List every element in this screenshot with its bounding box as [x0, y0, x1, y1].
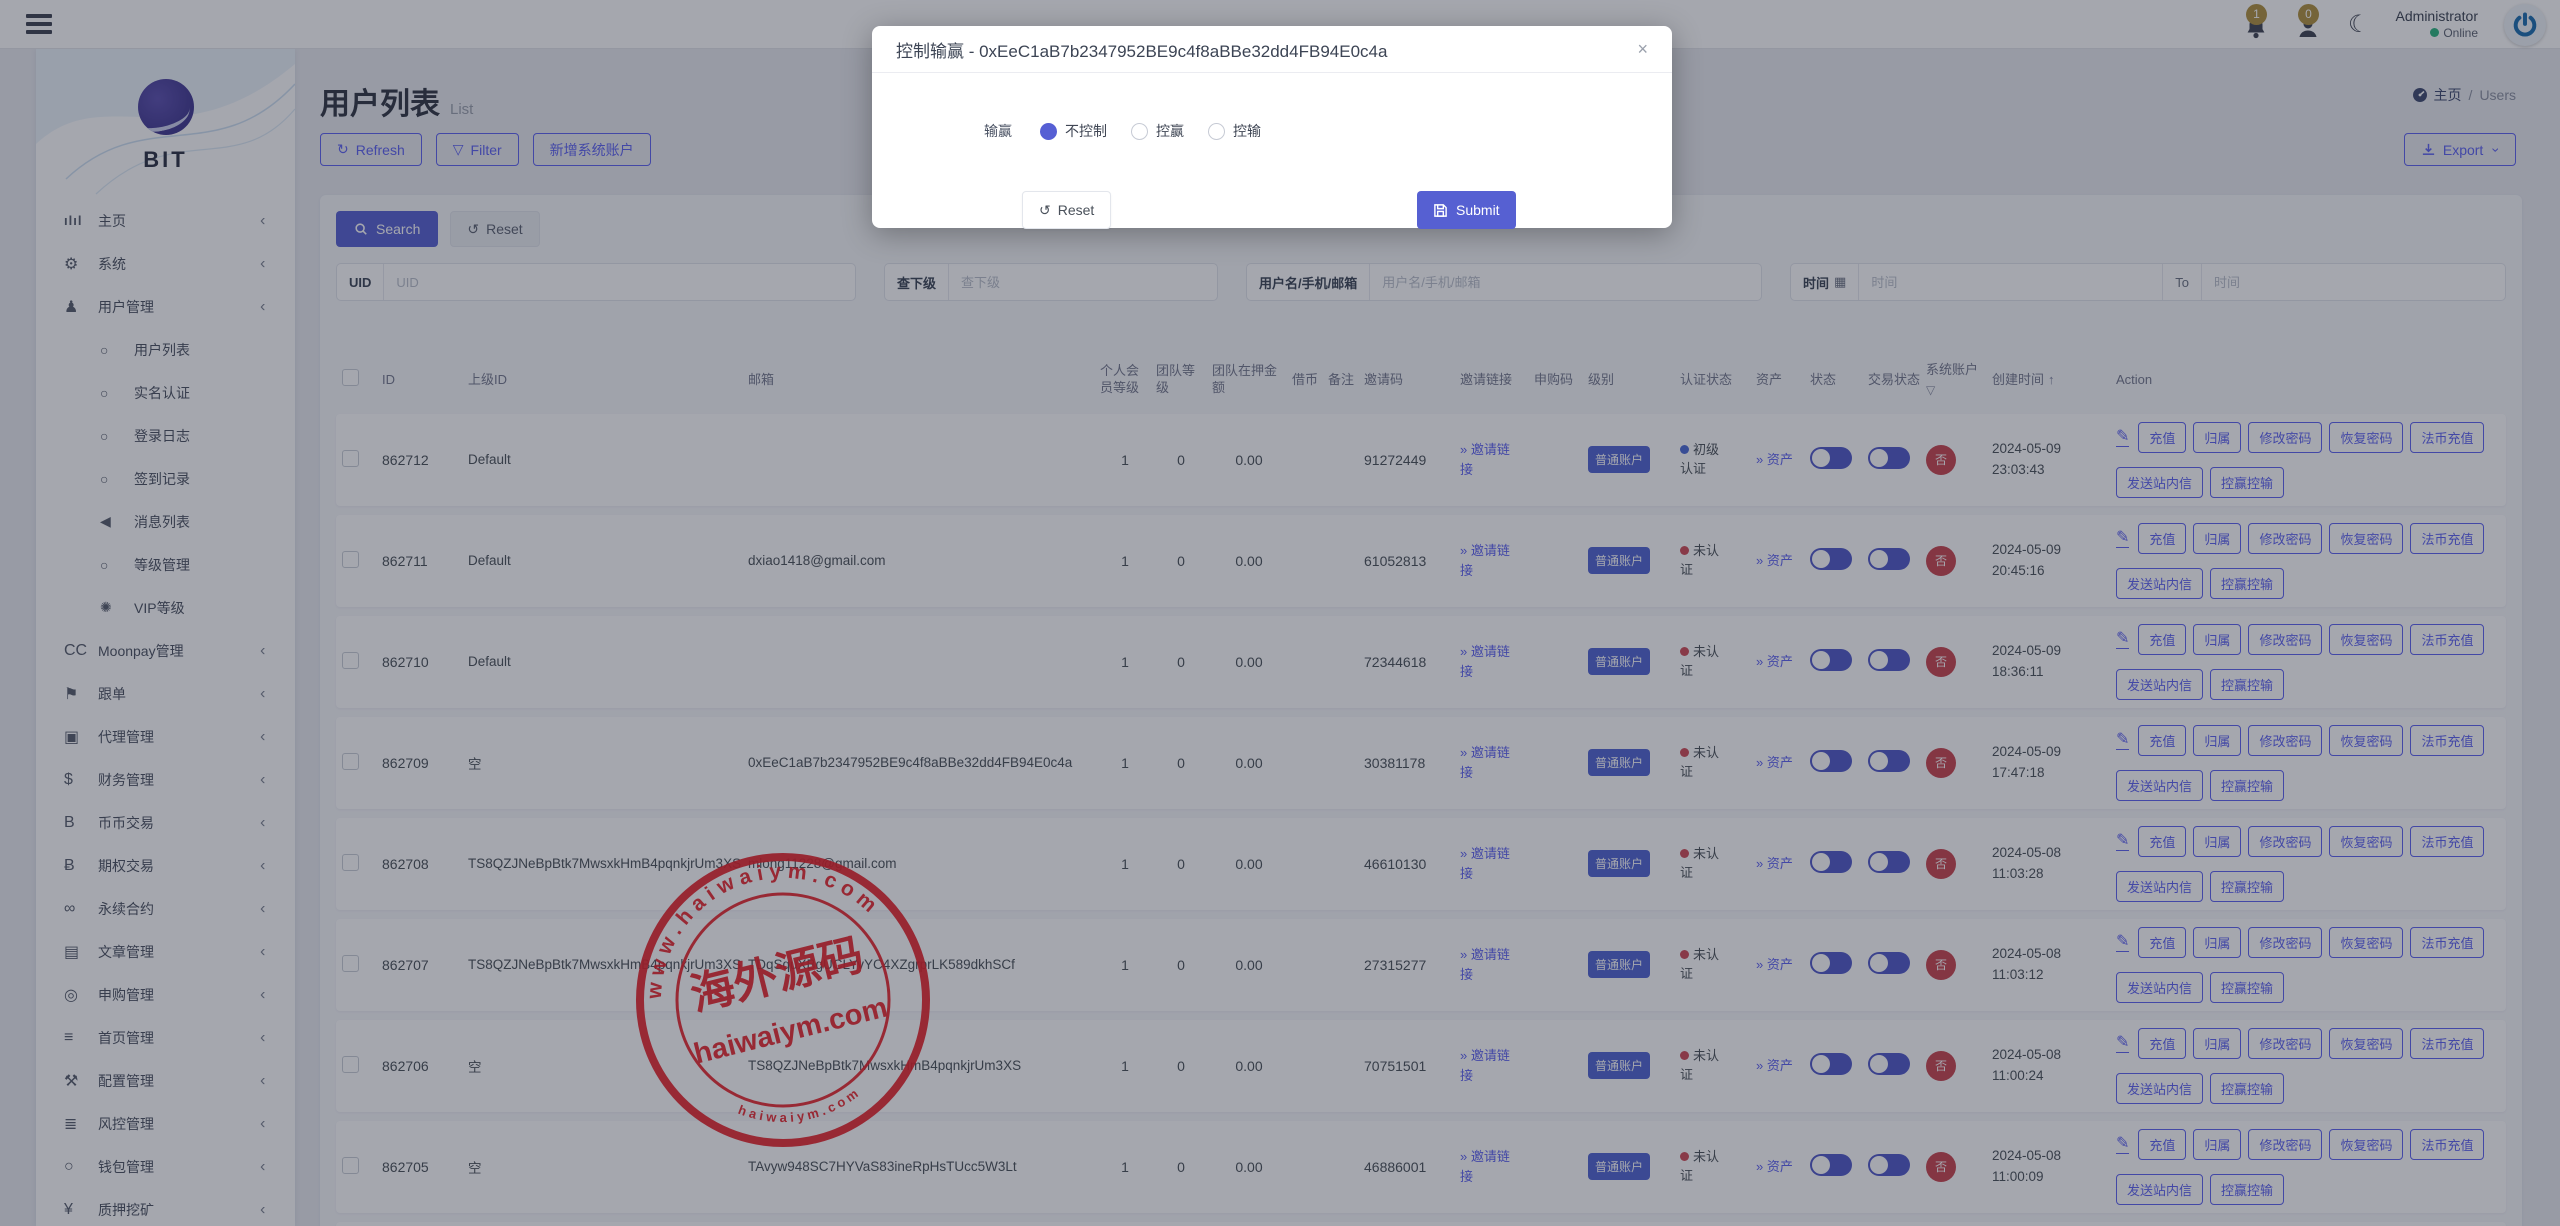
radio-icon: [1131, 123, 1148, 140]
radio-option[interactable]: 控输: [1208, 121, 1261, 141]
modal-submit-button[interactable]: Submit: [1417, 191, 1516, 229]
close-icon[interactable]: ×: [1637, 39, 1648, 60]
reset-icon: ↺: [1039, 202, 1051, 219]
modal-reset-button[interactable]: ↺ Reset: [1022, 191, 1111, 229]
win-lose-control-modal: 控制输赢 - 0xEeC1aB7b2347952BE9c4f8aBBe32dd4…: [872, 26, 1672, 228]
modal-title: 控制输赢 - 0xEeC1aB7b2347952BE9c4f8aBBe32dd4…: [896, 37, 1387, 62]
radio-label: 控赢: [1156, 121, 1184, 141]
radio-option[interactable]: 不控制: [1040, 121, 1107, 141]
radio-icon: [1040, 123, 1057, 140]
radio-label: 控输: [1233, 121, 1261, 141]
save-icon: [1433, 203, 1448, 218]
radio-icon: [1208, 123, 1225, 140]
radio-label: 不控制: [1065, 121, 1107, 141]
win-lose-radio-group: 输赢 不控制 控赢 控输: [984, 121, 1261, 141]
win-lose-field-label: 输赢: [984, 121, 1012, 141]
radio-option[interactable]: 控赢: [1131, 121, 1184, 141]
